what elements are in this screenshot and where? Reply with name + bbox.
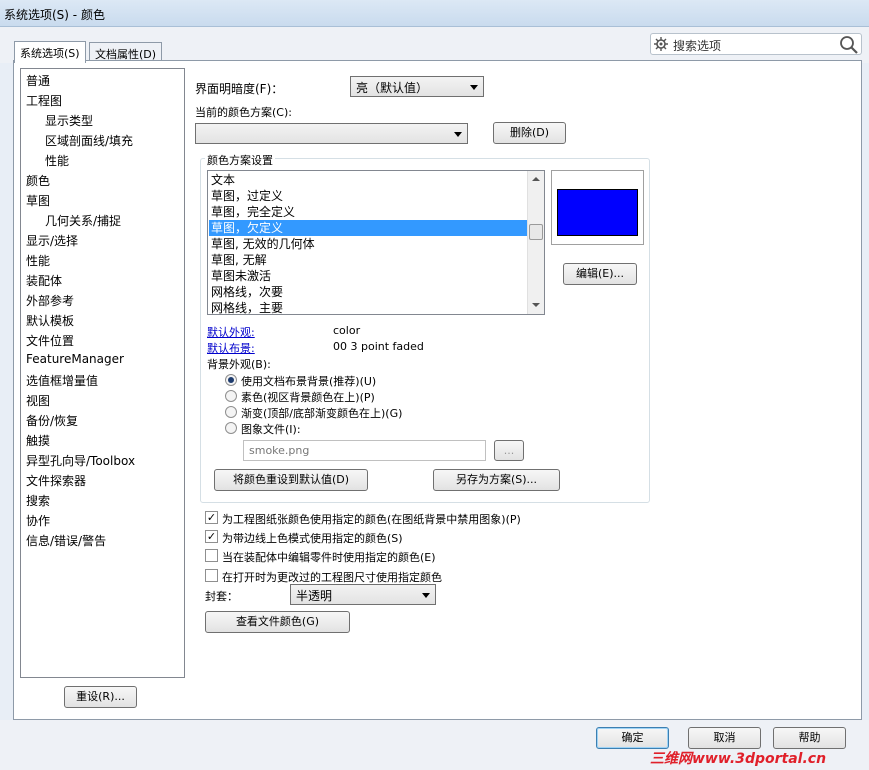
tree-item-drawings[interactable]: 工程图 — [26, 92, 62, 109]
color-item-list[interactable]: 文本 草图，过定义 草图，完全定义 草图，欠定义 草图, 无效的几何体 草图, … — [207, 170, 545, 315]
tree-item-file-explorer[interactable]: 文件探索器 — [26, 472, 86, 489]
delete-button[interactable]: 删除(D) — [493, 122, 566, 144]
list-scrollbar[interactable] — [527, 171, 544, 314]
checkbox-label: 在打开时为更改过的工程图尺寸使用指定颜色 — [222, 571, 442, 584]
ok-button[interactable]: 确定 — [596, 727, 669, 749]
tree-item-spin-box-increments[interactable]: 选值框增量值 — [26, 372, 98, 389]
checkbox-sheet-color[interactable]: ✓ — [205, 511, 218, 524]
tree-item-relations-snaps[interactable]: 几何关系/捕捉 — [45, 212, 121, 229]
image-file-input[interactable]: smoke.png — [243, 440, 486, 461]
envelope-label: 封套： — [205, 590, 238, 603]
checkbox-label: 为工程图纸张颜色使用指定的颜色(在图纸背景中禁用图象)(P) — [222, 513, 521, 526]
tree-item-backup-recover[interactable]: 备份/恢复 — [26, 412, 78, 429]
brightness-select[interactable]: 亮（默认值） — [350, 76, 484, 97]
save-as-scheme-button[interactable]: 另存为方案(S)... — [433, 469, 560, 491]
tree-item-area-hatch[interactable]: 区域剖面线/填充 — [45, 132, 133, 149]
checkbox-label: 为带边线上色模式使用指定的颜色(S) — [222, 532, 403, 545]
brightness-value: 亮（默认值） — [356, 81, 429, 95]
window-title: 系统选项(S) - 颜色 — [4, 8, 105, 22]
scroll-up-icon[interactable] — [532, 177, 540, 181]
default-scene-link[interactable]: 默认布景: — [207, 340, 255, 356]
tree-item-assemblies[interactable]: 装配体 — [26, 272, 62, 289]
scroll-thumb[interactable] — [529, 224, 543, 240]
radio-document-scene[interactable] — [225, 374, 237, 386]
checkbox-edges-color[interactable]: ✓ — [205, 530, 218, 543]
radio-label: 图象文件(I): — [241, 423, 301, 436]
tree-item-external-references[interactable]: 外部参考 — [26, 292, 74, 309]
checkbox-label: 当在装配体中编辑零件时使用指定的颜色(E) — [222, 551, 436, 564]
scheme-select[interactable] — [195, 123, 468, 144]
tree-item-messages-errors-warnings[interactable]: 信息/错误/警告 — [26, 532, 106, 549]
scheme-label: 当前的颜色方案(C): — [195, 106, 292, 119]
background-label: 背景外观(B): — [207, 358, 271, 371]
radio-label: 使用文档布景背景(推荐)(U) — [241, 375, 377, 388]
list-item[interactable]: 草图, 无效的几何体 — [209, 236, 527, 252]
title-bar: 系统选项(S) - 颜色 — [0, 0, 869, 27]
gear-icon — [654, 37, 668, 51]
tree-item-sketch[interactable]: 草图 — [26, 192, 50, 209]
color-preview — [551, 170, 644, 245]
tree-item-colors[interactable]: 颜色 — [26, 172, 50, 189]
list-item[interactable]: 网格线，次要 — [209, 284, 527, 300]
cancel-button[interactable]: 取消 — [688, 727, 761, 749]
tree-item-display-selection[interactable]: 显示/选择 — [26, 232, 78, 249]
tree-item-hole-wizard-toolbox[interactable]: 异型孔向导/Toolbox — [26, 452, 135, 469]
color-swatch — [557, 189, 638, 236]
edit-button[interactable]: 编辑(E)... — [563, 263, 637, 285]
default-appearance-link[interactable]: 默认外观: — [207, 324, 255, 340]
radio-gradient[interactable] — [225, 406, 237, 418]
envelope-select[interactable]: 半透明 — [290, 584, 436, 605]
list-item[interactable]: 网格线，主要 — [209, 300, 527, 314]
default-scene-value: 00 3 point faded — [333, 340, 424, 353]
watermark: 三维网www.3dportal.cn — [650, 751, 827, 767]
list-item[interactable]: 草图，过定义 — [209, 188, 527, 204]
tree-item-general[interactable]: 普通 — [26, 72, 50, 89]
radio-label: 素色(视区背景颜色在上)(P) — [241, 391, 375, 404]
reset-colors-button[interactable]: 将颜色重设到默认值(D) — [214, 469, 368, 491]
checkbox-assembly-edit-color[interactable] — [205, 549, 218, 562]
tab-label: 系统选项(S) — [20, 47, 80, 60]
checkbox-changed-dims-color[interactable] — [205, 569, 218, 582]
list-item[interactable]: 草图, 无解 — [209, 252, 527, 268]
brightness-label: 界面明暗度(F)： — [195, 82, 284, 96]
help-button[interactable]: 帮助 — [773, 727, 846, 749]
search-input[interactable]: 搜索选项 — [673, 37, 721, 54]
magnifier-icon[interactable] — [839, 35, 858, 54]
chevron-down-icon — [454, 132, 462, 137]
tree-item-file-locations[interactable]: 文件位置 — [26, 332, 74, 349]
default-appearance-value: color — [333, 324, 361, 337]
tree-item-collaboration[interactable]: 协作 — [26, 512, 50, 529]
list-item[interactable]: 草图，完全定义 — [209, 204, 527, 220]
chevron-down-icon — [470, 85, 478, 90]
envelope-value: 半透明 — [296, 589, 333, 603]
search-box[interactable]: 搜索选项 — [650, 33, 862, 55]
tab-system-options[interactable]: 系统选项(S) — [14, 41, 86, 63]
browse-button[interactable]: ... — [494, 440, 524, 461]
tab-document-properties[interactable]: 文档属性(D) — [89, 42, 163, 62]
tree-item-search[interactable]: 搜索 — [26, 492, 50, 509]
tree-item-drawings-performance[interactable]: 性能 — [45, 152, 69, 169]
tree-item-touch[interactable]: 触摸 — [26, 432, 50, 449]
options-tree[interactable]: 普通 工程图 显示类型 区域剖面线/填充 性能 颜色 草图 几何关系/捕捉 显示… — [20, 68, 185, 678]
reset-button[interactable]: 重设(R)... — [64, 686, 137, 708]
list-item[interactable]: 草图未激活 — [209, 268, 527, 284]
list-item-selected[interactable]: 草图，欠定义 — [209, 220, 527, 236]
radio-plain[interactable] — [225, 390, 237, 402]
scroll-down-icon[interactable] — [532, 303, 540, 307]
radio-label: 渐变(顶部/底部渐变颜色在上)(G) — [241, 407, 403, 420]
list-item[interactable]: 文本 — [209, 172, 527, 188]
tree-item-default-templates[interactable]: 默认模板 — [26, 312, 74, 329]
radio-image-file[interactable] — [225, 422, 237, 434]
scheme-settings-label: 颜色方案设置 — [205, 152, 275, 168]
chevron-down-icon — [422, 593, 430, 598]
tree-item-featuremanager[interactable]: FeatureManager — [26, 352, 124, 366]
view-document-colors-button[interactable]: 查看文件颜色(G) — [205, 611, 350, 633]
tree-item-performance[interactable]: 性能 — [26, 252, 50, 269]
tree-item-display-style[interactable]: 显示类型 — [45, 112, 93, 129]
tree-item-view[interactable]: 视图 — [26, 392, 50, 409]
